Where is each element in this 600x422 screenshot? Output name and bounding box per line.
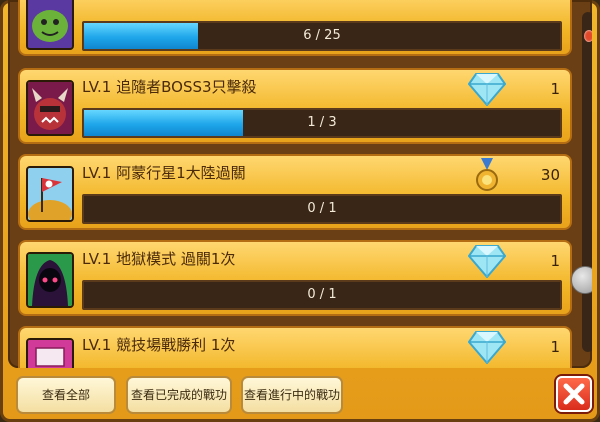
view-all-button[interactable]: 查看全部: [16, 376, 116, 414]
diamond-icon: [467, 330, 507, 368]
green-monster-icon: [26, 0, 74, 50]
progress-text: 1 / 3: [307, 115, 337, 130]
reward-value: 1: [550, 252, 560, 270]
achievement-card: LV.1 追隨者BOSS3只擊殺 1 1 / 3: [18, 68, 572, 144]
progress-bar: 1 / 3: [82, 108, 562, 138]
diamond-icon: [467, 72, 507, 110]
progress-bar: 6 / 25: [82, 21, 562, 51]
hooded-figure-icon: [26, 252, 74, 308]
arena-icon: [26, 338, 74, 368]
achievement-card: LV.1 阿蒙行星1大陸過關 30 0 / 1: [18, 154, 572, 230]
diamond-icon: [467, 244, 507, 282]
view-in-progress-button[interactable]: 查看進行中的戰功: [241, 376, 343, 414]
scrollbar-track[interactable]: [582, 12, 592, 352]
close-button[interactable]: [556, 376, 592, 412]
progress-bar: 0 / 1: [82, 280, 562, 310]
achievement-title: LV.1 阿蒙行星1大陸過關: [82, 164, 246, 182]
progress-bar: 0 / 1: [82, 194, 562, 224]
close-icon: [563, 383, 585, 405]
reward-value: 1: [550, 338, 560, 356]
horned-boss-icon: [26, 80, 74, 136]
achievement-card: LV.1 競技場戰勝利 1次 1: [18, 326, 572, 368]
view-completed-button[interactable]: 查看已完成的戰功: [126, 376, 232, 414]
flag-planet-icon: [26, 166, 74, 222]
achievement-title: LV.1 追隨者BOSS3只擊殺: [82, 78, 257, 96]
achievement-title: LV.1 競技場戰勝利 1次: [82, 336, 236, 354]
achievement-title: LV.1 地獄模式 過關1次: [82, 250, 236, 268]
achievement-card: 6 / 25: [18, 0, 572, 56]
reward-value: 1: [550, 80, 560, 98]
scrollbar-thumb[interactable]: [571, 266, 592, 294]
scroll-top-indicator: [584, 30, 592, 42]
progress-text: 0 / 1: [307, 201, 337, 216]
achievement-list[interactable]: 6 / 25 LV.1 追隨者BOSS3只擊殺 1 1 / 3 LV.1 阿蒙行…: [8, 0, 592, 368]
progress-text: 6 / 25: [303, 28, 341, 43]
reward-value: 30: [540, 166, 560, 184]
progress-text: 0 / 1: [307, 287, 337, 302]
medal-icon: [475, 158, 499, 196]
achievement-card: LV.1 地獄模式 過關1次 1 0 / 1: [18, 240, 572, 316]
